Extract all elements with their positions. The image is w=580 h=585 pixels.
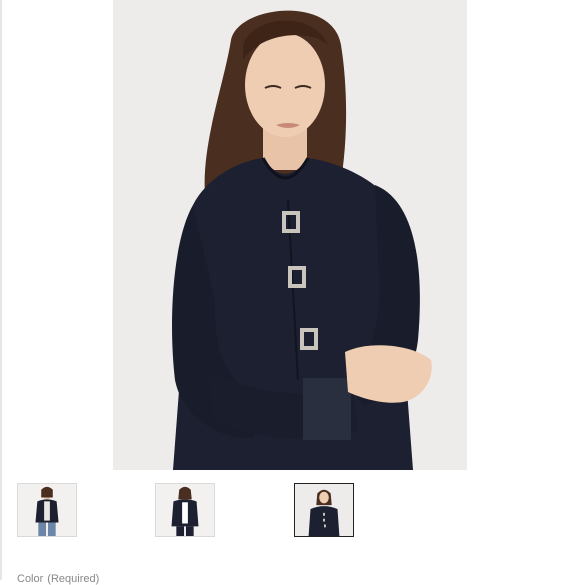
required-label: (Required) [47,573,100,585]
page-border [0,0,2,580]
thumbnail-1[interactable] [17,483,77,537]
model-thumbnail-icon [156,484,214,536]
color-label: Color [17,573,44,585]
main-product-image[interactable] [113,0,467,470]
thumbnail-3[interactable] [294,483,354,537]
thumbnail-2[interactable] [155,483,215,537]
model-photo-icon [113,0,467,470]
model-thumbnail-icon [295,484,353,536]
model-thumbnail-icon [18,484,76,536]
color-option-label: Color (Required) [17,573,99,585]
